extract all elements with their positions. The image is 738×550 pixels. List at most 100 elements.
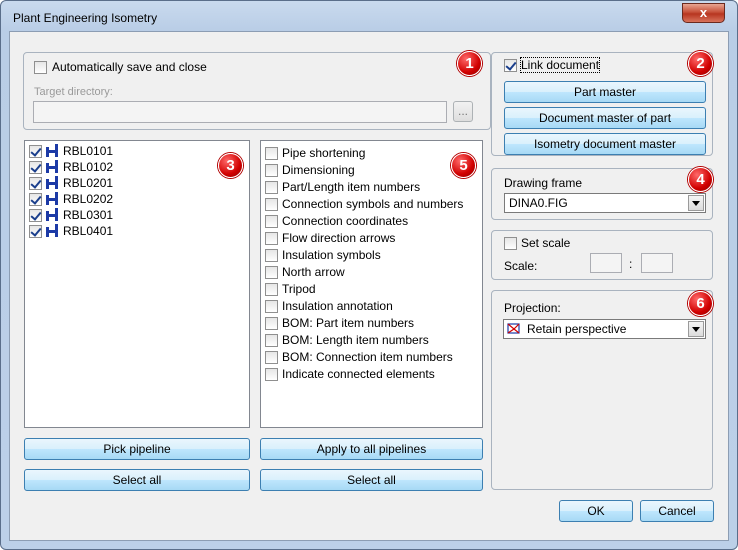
option-item[interactable]: BOM: Connection item numbers	[265, 349, 453, 365]
callout-badge-2: 2	[688, 51, 713, 76]
option-checkbox[interactable]	[265, 333, 278, 347]
option-item[interactable]: BOM: Length item numbers	[265, 332, 429, 348]
pipeline-icon	[44, 224, 60, 238]
option-item[interactable]: Insulation symbols	[265, 247, 381, 263]
pipeline-checkbox[interactable]	[29, 160, 42, 174]
title-bar[interactable]: Plant Engineering Isometry x	[1, 1, 737, 33]
close-button[interactable]: x	[682, 3, 725, 23]
option-item[interactable]: Pipe shortening	[265, 145, 365, 161]
browse-button[interactable]: ...	[453, 101, 473, 122]
option-label: Insulation symbols	[282, 248, 381, 262]
option-checkbox[interactable]	[265, 299, 278, 313]
projection-value: Retain perspective	[527, 322, 627, 336]
callout-badge-4: 4	[688, 167, 713, 192]
option-item[interactable]: Dimensioning	[265, 162, 355, 178]
auto-save-checkbox[interactable]	[34, 61, 47, 74]
isometry-options-list[interactable]: Pipe shortening Dimensioning Part/Length…	[260, 140, 483, 428]
option-checkbox[interactable]	[265, 282, 278, 296]
projection-dropdown[interactable]: Retain perspective	[503, 319, 706, 339]
option-label: BOM: Connection item numbers	[282, 350, 453, 364]
option-label: Indicate connected elements	[282, 367, 435, 381]
scale-group: Set scale Scale: :	[491, 230, 713, 280]
option-checkbox[interactable]	[265, 316, 278, 330]
pipeline-list[interactable]: RBL0101 RBL0102 RBL0201 RBL0202 RBL0301	[24, 140, 250, 428]
cancel-button[interactable]: Cancel	[640, 500, 714, 522]
pipeline-label: RBL0102	[63, 160, 114, 174]
projection-label: Projection:	[504, 301, 561, 315]
callout-badge-6: 6	[688, 291, 713, 316]
pipeline-checkbox[interactable]	[29, 176, 42, 190]
pipeline-checkbox[interactable]	[29, 192, 42, 206]
pipeline-checkbox[interactable]	[29, 224, 42, 238]
callout-badge-3: 3	[218, 153, 243, 178]
pipeline-icon	[44, 192, 60, 206]
pipeline-label: RBL0301	[63, 208, 114, 222]
pipeline-label: RBL0201	[63, 176, 114, 190]
option-checkbox[interactable]	[265, 367, 278, 381]
option-item[interactable]: BOM: Part item numbers	[265, 315, 414, 331]
link-document-group: Link document Part master Document maste…	[491, 51, 713, 156]
option-label: Flow direction arrows	[282, 231, 396, 245]
pipeline-label: RBL0202	[63, 192, 114, 206]
option-checkbox[interactable]	[265, 197, 278, 211]
option-checkbox[interactable]	[265, 350, 278, 364]
target-directory-input[interactable]	[33, 101, 447, 123]
link-document-checkbox[interactable]	[504, 59, 517, 72]
option-checkbox[interactable]	[265, 214, 278, 228]
apply-to-all-pipelines-button[interactable]: Apply to all pipelines	[260, 438, 483, 460]
dialog-client-area: Automatically save and close Target dire…	[9, 31, 729, 541]
pipeline-icon	[44, 160, 60, 174]
scale-separator: :	[629, 257, 633, 271]
document-master-of-part-button[interactable]: Document master of part	[504, 107, 706, 129]
callout-badge-5: 5	[451, 153, 476, 178]
option-item[interactable]: Part/Length item numbers	[265, 179, 420, 195]
pipeline-icon	[44, 176, 60, 190]
target-directory-label: Target directory:	[34, 86, 113, 98]
option-checkbox[interactable]	[265, 231, 278, 245]
pipeline-icon	[44, 144, 60, 158]
select-all-pipelines-button[interactable]: Select all	[24, 469, 250, 491]
set-scale-checkbox[interactable]	[504, 237, 517, 250]
option-checkbox[interactable]	[265, 163, 278, 177]
link-document-label: Link document	[519, 57, 601, 73]
option-item[interactable]: Flow direction arrows	[265, 230, 395, 246]
option-item[interactable]: Connection coordinates	[265, 213, 408, 229]
window-title: Plant Engineering Isometry	[13, 11, 158, 25]
chevron-down-icon[interactable]	[688, 321, 704, 337]
projection-group: Projection: Retain perspective 6	[491, 290, 713, 490]
pipeline-item[interactable]: RBL0101	[29, 143, 113, 159]
chevron-down-icon[interactable]	[688, 195, 704, 211]
option-item[interactable]: Indicate connected elements	[265, 366, 435, 382]
option-label: Connection coordinates	[282, 214, 409, 228]
option-item[interactable]: North arrow	[265, 264, 345, 280]
option-label: Part/Length item numbers	[282, 180, 421, 194]
isometry-document-master-button[interactable]: Isometry document master	[504, 133, 706, 155]
pipeline-item[interactable]: RBL0301	[29, 207, 113, 223]
pick-pipeline-button[interactable]: Pick pipeline	[24, 438, 250, 460]
pipeline-item[interactable]: RBL0201	[29, 175, 113, 191]
option-label: North arrow	[282, 265, 345, 279]
drawing-frame-dropdown[interactable]: DINA0.FIG	[504, 193, 706, 213]
dialog-window: Plant Engineering Isometry x Automatical…	[0, 0, 738, 550]
part-master-button[interactable]: Part master	[504, 81, 706, 103]
ok-button[interactable]: OK	[559, 500, 633, 522]
option-item[interactable]: Tripod	[265, 281, 316, 297]
pipeline-checkbox[interactable]	[29, 208, 42, 222]
drawing-frame-group: Drawing frame DINA0.FIG 4	[491, 167, 713, 220]
option-item[interactable]: Insulation annotation	[265, 298, 393, 314]
scale-label: Scale:	[504, 259, 538, 273]
pipeline-item[interactable]: RBL0202	[29, 191, 113, 207]
scale-denominator-input[interactable]	[641, 253, 673, 273]
option-checkbox[interactable]	[265, 248, 278, 262]
option-checkbox[interactable]	[265, 180, 278, 194]
pipeline-item[interactable]: RBL0102	[29, 159, 113, 175]
pipeline-item[interactable]: RBL0401	[29, 223, 113, 239]
option-checkbox[interactable]	[265, 265, 278, 279]
option-item[interactable]: Connection symbols and numbers	[265, 196, 463, 212]
option-label: Insulation annotation	[282, 299, 393, 313]
scale-numerator-input[interactable]	[590, 253, 622, 273]
select-all-options-button[interactable]: Select all	[260, 469, 483, 491]
pipeline-checkbox[interactable]	[29, 144, 42, 158]
option-label: BOM: Part item numbers	[282, 316, 415, 330]
option-checkbox[interactable]	[265, 146, 278, 160]
